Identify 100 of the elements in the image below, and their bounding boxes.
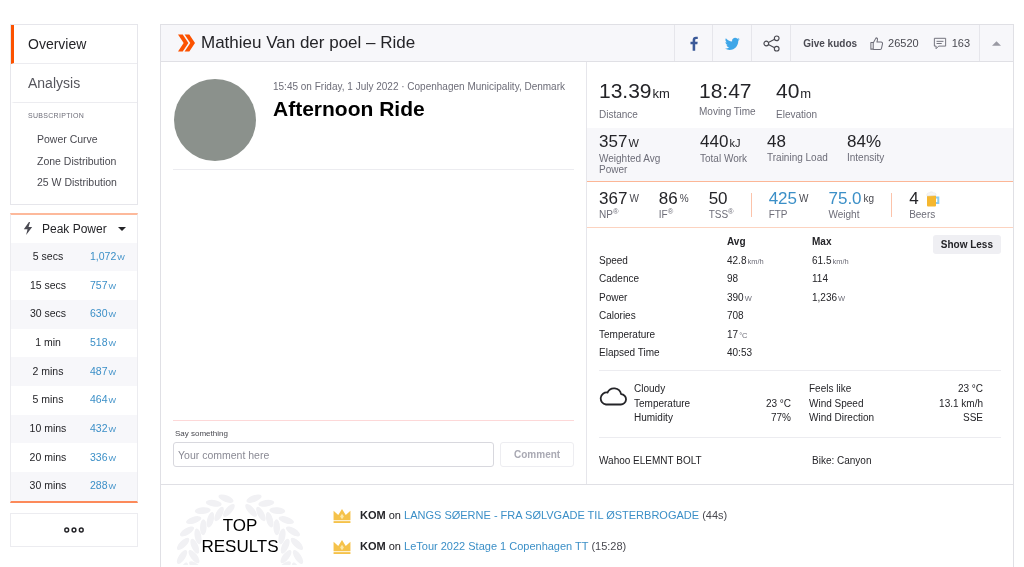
stat-label: Training Load (767, 152, 828, 163)
weather-value: 23 °C (957, 382, 983, 396)
metric-label: Temperature (599, 327, 656, 342)
stat-label: Moving Time (699, 106, 756, 118)
stat-value: 40m (776, 79, 812, 104)
weather-label: Wind Direction (809, 411, 875, 425)
power-value: 487W (90, 363, 117, 379)
lightning-icon (23, 222, 33, 235)
metric-value: 98 (727, 272, 739, 287)
device-name: Wahoo ELEMNT BOLT (599, 454, 702, 469)
comment-count-button[interactable]: 163 (932, 33, 970, 53)
facebook-icon (689, 35, 698, 51)
peak-power-dropdown[interactable]: Peak Power (11, 214, 137, 243)
duration-label: 30 mins (28, 478, 68, 494)
stat-value: 18:47 (699, 79, 752, 103)
kudos-count-button[interactable]: 26520 (869, 33, 919, 53)
beer-mug-icon (925, 191, 940, 207)
comment-label: Say something (174, 429, 229, 439)
duration-label: 5 secs (31, 248, 65, 264)
subscription-link[interactable]: Zone Distribution (37, 150, 117, 172)
stat-value: 4 (909, 189, 940, 209)
stat-value: 50 (708, 189, 728, 208)
stat-value: 357W (599, 132, 639, 153)
metric-label: Power (599, 290, 628, 305)
comment-icon (932, 36, 947, 50)
metric-value: 708 (727, 309, 744, 324)
activity-title: Mathieu Van der poel – Ride (201, 32, 416, 55)
subscription-link[interactable]: Power Curve (37, 129, 98, 151)
duration-label: 5 mins (31, 392, 65, 408)
metric-value: 114 (812, 272, 828, 287)
duration-label: 1 min (34, 335, 62, 351)
stat-label: Total Work (700, 153, 748, 164)
column-header: Avg (727, 235, 746, 249)
activity-name: Afternoon Ride (273, 96, 426, 122)
power-value: 1,072W (90, 248, 125, 264)
weather-value: SSE (963, 411, 983, 425)
stat-label: IF$^{®}$ (658, 209, 674, 220)
subscription-link[interactable]: 25 W Distribution (37, 172, 117, 194)
stat-value: 48 (767, 132, 786, 152)
duration-label: 2 mins (31, 363, 65, 379)
give-kudos-button[interactable]: Give kudos (799, 33, 862, 53)
stat-label: Weight (828, 209, 860, 220)
stat-label: Weighted Avg Power (599, 153, 662, 175)
top-results-title: TOP RESULTS (200, 515, 280, 557)
duration-label: 15 secs (28, 277, 68, 293)
duration-label: 30 secs (28, 306, 68, 322)
result-text: KOM on LeTour 2022 Stage 1 Copenhagen TT (15:28) (360, 539, 627, 555)
metric-label: Calories (599, 309, 636, 324)
stat-label: TSS$^{®}$ (708, 209, 734, 220)
crown-icon (333, 539, 351, 554)
metric-label: Elapsed Time (599, 346, 660, 361)
weather-condition: Cloudy (634, 382, 666, 396)
show-less-button[interactable]: Show Less (932, 235, 1001, 254)
metric-label: Cadence (599, 272, 640, 287)
segment-link[interactable]: LeTour 2022 Stage 1 Copenhagen TT (404, 540, 589, 553)
stat-label: FTP (768, 209, 788, 220)
metric-value: 40:53 (727, 346, 753, 361)
stat-label: Beers (909, 209, 936, 220)
twitter-icon (724, 36, 740, 50)
crown-icon (333, 508, 351, 523)
weather-value: 23 °C (765, 396, 791, 411)
stat-label: Intensity (847, 152, 885, 163)
sidebar-nav-item[interactable]: Analysis (11, 64, 137, 103)
weather-value: 77% (771, 411, 791, 425)
weather-label: Wind Speed (809, 396, 864, 411)
power-value: 432W (90, 421, 117, 437)
metric-label: Speed (599, 253, 628, 268)
stat-value: 86% (658, 189, 689, 208)
more-icon (64, 526, 84, 533)
stat-label: Distance (599, 109, 638, 121)
duration-label: 20 mins (28, 449, 68, 465)
stat-value: 367W (599, 189, 639, 208)
stat-value: 440kJ (700, 132, 741, 153)
power-value: 757W (90, 277, 117, 293)
comment-input[interactable]: Your comment here (173, 442, 495, 467)
stat-label: Elevation (776, 109, 818, 121)
stat-value: 13.39km (599, 79, 670, 104)
weather-value: 13.1 km/h (939, 396, 983, 411)
bike-name: Bike: Canyon (812, 454, 872, 469)
stat-value: 84% (847, 132, 882, 152)
thumbs-up-icon (869, 35, 885, 51)
weather-label: Feels like (809, 382, 852, 396)
activity-date-location: 15:45 on Friday, 1 July 2022 · Copenhagen Municipality, Denmark (273, 80, 565, 94)
power-value: 336W (90, 449, 117, 465)
stat-label: NP$^{®}$ (599, 209, 619, 220)
stat-value[interactable]: 75.0 kg (828, 189, 875, 209)
column-header: Max (812, 235, 832, 249)
share-button[interactable] (751, 25, 792, 61)
weather-label: Humidity (634, 411, 673, 425)
share-icon (762, 34, 780, 52)
segment-link[interactable]: LANGS SØERNE - FRA SØLVGADE TIL ØSTERBROGADE (404, 509, 700, 522)
power-value: 464W (90, 392, 117, 408)
double-chevron-icon (178, 34, 195, 52)
sidebar-nav-item[interactable]: Overview (11, 25, 137, 64)
duration-label: 10 mins (28, 421, 68, 437)
stat-value[interactable]: 425W (768, 189, 809, 209)
caret-down-icon (118, 226, 126, 231)
power-value: 630W (90, 306, 117, 322)
cloud-icon (599, 386, 627, 406)
power-value: 288W (90, 478, 117, 494)
